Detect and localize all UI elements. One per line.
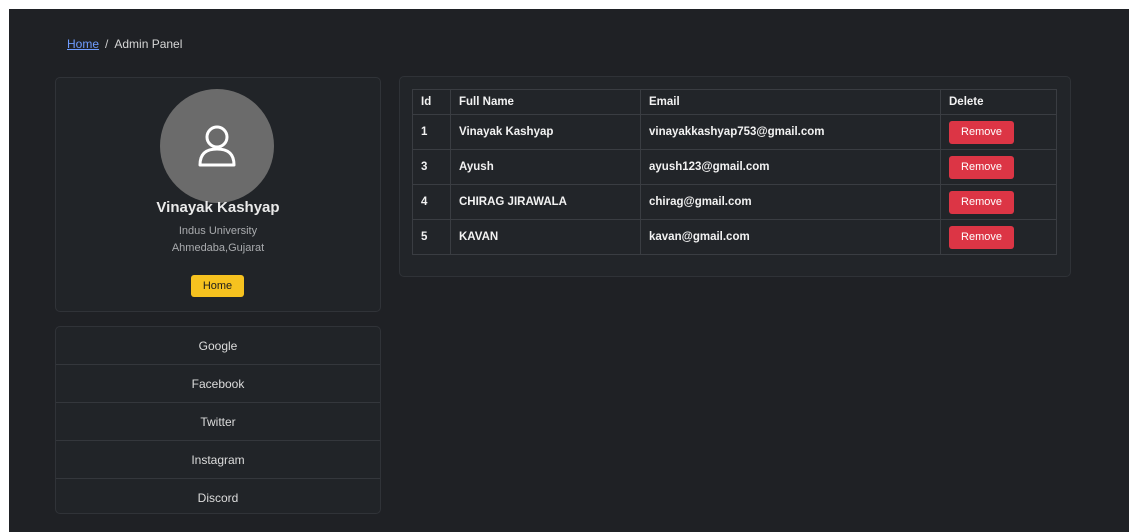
cell-email: kavan@gmail.com	[640, 219, 941, 255]
users-table-card: Id Full Name Email Delete 1 Vinayak Kash…	[399, 76, 1071, 277]
cell-id: 4	[412, 184, 451, 220]
table-row: 5 KAVAN kavan@gmail.com Remove	[412, 219, 1057, 255]
avatar	[160, 89, 274, 203]
link-facebook[interactable]: Facebook	[56, 365, 380, 403]
header-email: Email	[640, 89, 941, 115]
cell-delete: Remove	[940, 114, 1057, 150]
header-delete: Delete	[940, 89, 1057, 115]
cell-email: chirag@gmail.com	[640, 184, 941, 220]
cell-id: 1	[412, 114, 451, 150]
cell-name: KAVAN	[450, 219, 641, 255]
table-header-row: Id Full Name Email Delete	[412, 89, 1057, 115]
cell-name: Vinayak Kashyap	[450, 114, 641, 150]
profile-name: Vinayak Kashyap	[156, 199, 280, 216]
profile-card: Vinayak Kashyap Indus University Ahmedab…	[55, 77, 381, 312]
remove-button[interactable]: Remove	[949, 155, 1014, 179]
link-discord[interactable]: Discord	[56, 479, 380, 513]
profile-institution: Indus University	[178, 225, 258, 237]
user-icon	[198, 125, 236, 167]
link-instagram[interactable]: Instagram	[56, 441, 380, 479]
profile-location: Ahmedaba,Gujarat	[171, 242, 265, 254]
header-full-name: Full Name	[450, 89, 641, 115]
cell-delete: Remove	[940, 149, 1057, 185]
cell-name: Ayush	[450, 149, 641, 185]
cell-delete: Remove	[940, 184, 1057, 220]
table-row: 3 Ayush ayush123@gmail.com Remove	[412, 149, 1057, 185]
remove-button[interactable]: Remove	[949, 120, 1014, 144]
breadcrumb: Home / Admin Panel	[67, 37, 182, 51]
users-table: Id Full Name Email Delete 1 Vinayak Kash…	[412, 89, 1057, 255]
header-id: Id	[412, 89, 451, 115]
cell-id: 3	[412, 149, 451, 185]
cell-id: 5	[412, 219, 451, 255]
breadcrumb-home-link[interactable]: Home	[67, 37, 99, 51]
admin-page: Home / Admin Panel Vinayak Kashyap Indus U…	[9, 9, 1129, 532]
breadcrumb-separator: /	[105, 37, 109, 51]
cell-email: vinayakkashyap753@gmail.com	[640, 114, 941, 150]
cell-delete: Remove	[940, 219, 1057, 255]
remove-button[interactable]: Remove	[949, 225, 1014, 249]
link-twitter[interactable]: Twitter	[56, 403, 380, 441]
home-button[interactable]: Home	[191, 275, 244, 297]
table-row: 1 Vinayak Kashyap vinayakkashyap753@gmai…	[412, 114, 1057, 150]
social-links-list: Google Facebook Twitter Instagram Discor…	[55, 326, 381, 514]
table-row: 4 CHIRAG JIRAWALA chirag@gmail.com Remov…	[412, 184, 1057, 220]
cell-name: CHIRAG JIRAWALA	[450, 184, 641, 220]
link-google[interactable]: Google	[56, 327, 380, 365]
cell-email: ayush123@gmail.com	[640, 149, 941, 185]
breadcrumb-current: Admin Panel	[114, 37, 183, 51]
remove-button[interactable]: Remove	[949, 190, 1014, 214]
